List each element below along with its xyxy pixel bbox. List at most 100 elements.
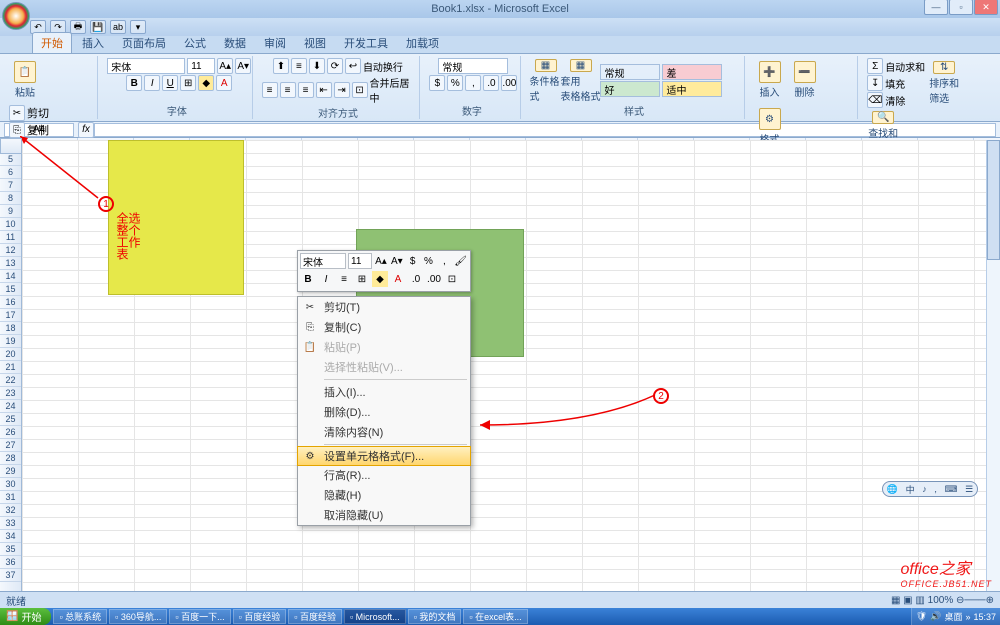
row-14[interactable]: 14 <box>0 270 21 283</box>
ctx-hide[interactable]: 隐藏(H) <box>298 485 470 505</box>
ctx-cut[interactable]: ✂剪切(T) <box>298 297 470 317</box>
align-right[interactable]: ≡ <box>298 82 314 98</box>
grow-font[interactable]: A▴ <box>217 58 233 74</box>
align-mid[interactable]: ≡ <box>291 58 307 74</box>
select-all-button[interactable] <box>0 138 22 154</box>
minimize-button[interactable]: — <box>924 0 948 15</box>
row-25[interactable]: 25 <box>0 413 21 426</box>
ctx-insert[interactable]: 插入(I)... <box>298 382 470 402</box>
row-28[interactable]: 28 <box>0 452 21 465</box>
merge-button[interactable]: ⊡ <box>352 82 368 98</box>
taskbar-item[interactable]: ▫ 百度经验 <box>288 609 342 624</box>
sort-filter[interactable]: ⇅排序和 筛选 <box>928 61 960 105</box>
row-20[interactable]: 20 <box>0 348 21 361</box>
row-16[interactable]: 16 <box>0 296 21 309</box>
fill-button[interactable]: ◆ <box>198 75 214 91</box>
ctx-delete[interactable]: 删除(D)... <box>298 402 470 422</box>
taskbar-item[interactable]: ▫ 总账系统 <box>53 609 107 624</box>
tab-开发工具[interactable]: 开发工具 <box>336 33 396 53</box>
ime-toolbar[interactable]: 🌐中♪,⌨☰ <box>882 481 978 497</box>
tab-开始[interactable]: 开始 <box>32 32 72 53</box>
italic-button[interactable]: I <box>144 75 160 91</box>
tab-插入[interactable]: 插入 <box>74 33 112 53</box>
tab-数据[interactable]: 数据 <box>216 33 254 53</box>
taskbar-item[interactable]: ▫ 360导航... <box>109 609 167 624</box>
row-35[interactable]: 35 <box>0 543 21 556</box>
formula-bar[interactable] <box>94 123 996 137</box>
row-6[interactable]: 6 <box>0 166 21 179</box>
tab-审阅[interactable]: 审阅 <box>256 33 294 53</box>
start-button[interactable]: 🪟开始 <box>0 608 51 625</box>
table-format[interactable]: ▦套用 表格格式 <box>565 59 597 103</box>
row-26[interactable]: 26 <box>0 426 21 439</box>
tab-视图[interactable]: 视图 <box>296 33 334 53</box>
border-button[interactable]: ⊞ <box>180 75 196 91</box>
delete-cells[interactable]: ➖删除 <box>789 58 821 102</box>
row-27[interactable]: 27 <box>0 439 21 452</box>
qat-print[interactable]: 🖶 <box>70 20 86 34</box>
row-13[interactable]: 13 <box>0 257 21 270</box>
row-21[interactable]: 21 <box>0 361 21 374</box>
align-center[interactable]: ≡ <box>280 82 296 98</box>
close-button[interactable]: ✕ <box>974 0 998 15</box>
font-size[interactable] <box>187 58 215 74</box>
row-33[interactable]: 33 <box>0 517 21 530</box>
align-left[interactable]: ≡ <box>262 82 278 98</box>
tab-公式[interactable]: 公式 <box>176 33 214 53</box>
taskbar-item[interactable]: ▫ 百度经验 <box>233 609 287 624</box>
row-7[interactable]: 7 <box>0 179 21 192</box>
row-23[interactable]: 23 <box>0 387 21 400</box>
fontcolor-button[interactable]: A <box>216 75 232 91</box>
row-22[interactable]: 22 <box>0 374 21 387</box>
qat-save[interactable]: 💾 <box>90 20 106 34</box>
row-9[interactable]: 9 <box>0 205 21 218</box>
row-34[interactable]: 34 <box>0 530 21 543</box>
mt-painter-icon[interactable]: 🖌 <box>453 253 468 269</box>
align-top[interactable]: ⬆ <box>273 58 289 74</box>
cond-format[interactable]: ▦条件格式 <box>530 59 562 103</box>
row-17[interactable]: 17 <box>0 309 21 322</box>
underline-button[interactable]: U <box>162 75 178 91</box>
office-button[interactable] <box>2 2 30 30</box>
vertical-scrollbar[interactable] <box>986 140 1000 591</box>
cell-grid[interactable]: 1 全整工表 选个作 <box>22 140 1000 591</box>
align-bot[interactable]: ⬇ <box>309 58 325 74</box>
row-31[interactable]: 31 <box>0 491 21 504</box>
tab-页面布局[interactable]: 页面布局 <box>114 33 174 53</box>
row-24[interactable]: 24 <box>0 400 21 413</box>
mt-size[interactable] <box>348 253 372 269</box>
paste-button[interactable]: 📋粘贴 <box>9 58 41 102</box>
row-10[interactable]: 10 <box>0 218 21 231</box>
tab-加载项[interactable]: 加载项 <box>398 33 447 53</box>
ctx-unhide[interactable]: 取消隐藏(U) <box>298 505 470 525</box>
qat-more[interactable]: ▾ <box>130 20 146 34</box>
row-5[interactable]: 5 <box>0 153 21 166</box>
row-11[interactable]: 11 <box>0 231 21 244</box>
cut-button[interactable]: ✂ <box>9 105 25 121</box>
row-32[interactable]: 32 <box>0 504 21 517</box>
ctx-copy[interactable]: ⎘复制(C) <box>298 317 470 337</box>
zoom-controls[interactable]: ▦ ▣ ▥ 100% ⊖───⊕ <box>891 595 994 606</box>
row-15[interactable]: 15 <box>0 283 21 296</box>
row-18[interactable]: 18 <box>0 322 21 335</box>
ctx-clear[interactable]: 清除内容(N) <box>298 422 470 442</box>
taskbar-item[interactable]: ▫ 我的文档 <box>408 609 462 624</box>
taskbar-item[interactable]: ▫ Microsoft... <box>344 609 406 624</box>
row-30[interactable]: 30 <box>0 478 21 491</box>
row-36[interactable]: 36 <box>0 556 21 569</box>
system-tray[interactable]: 🛡🔊桌面»15:37 <box>911 608 1000 625</box>
bold-button[interactable]: B <box>126 75 142 91</box>
row-headers[interactable]: 4567891011121314151617181920212223242526… <box>0 140 22 591</box>
row-37[interactable]: 37 <box>0 569 21 582</box>
qat-item[interactable]: ab <box>110 20 126 34</box>
number-format[interactable] <box>438 58 508 74</box>
row-8[interactable]: 8 <box>0 192 21 205</box>
row-19[interactable]: 19 <box>0 335 21 348</box>
wrap-button[interactable]: ↩ <box>345 58 361 74</box>
row-12[interactable]: 12 <box>0 244 21 257</box>
font-name[interactable] <box>107 58 185 74</box>
ctx-rowheight[interactable]: 行高(R)... <box>298 465 470 485</box>
shrink-font[interactable]: A▾ <box>235 58 251 74</box>
insert-cells[interactable]: ➕插入 <box>754 58 786 102</box>
row-29[interactable]: 29 <box>0 465 21 478</box>
